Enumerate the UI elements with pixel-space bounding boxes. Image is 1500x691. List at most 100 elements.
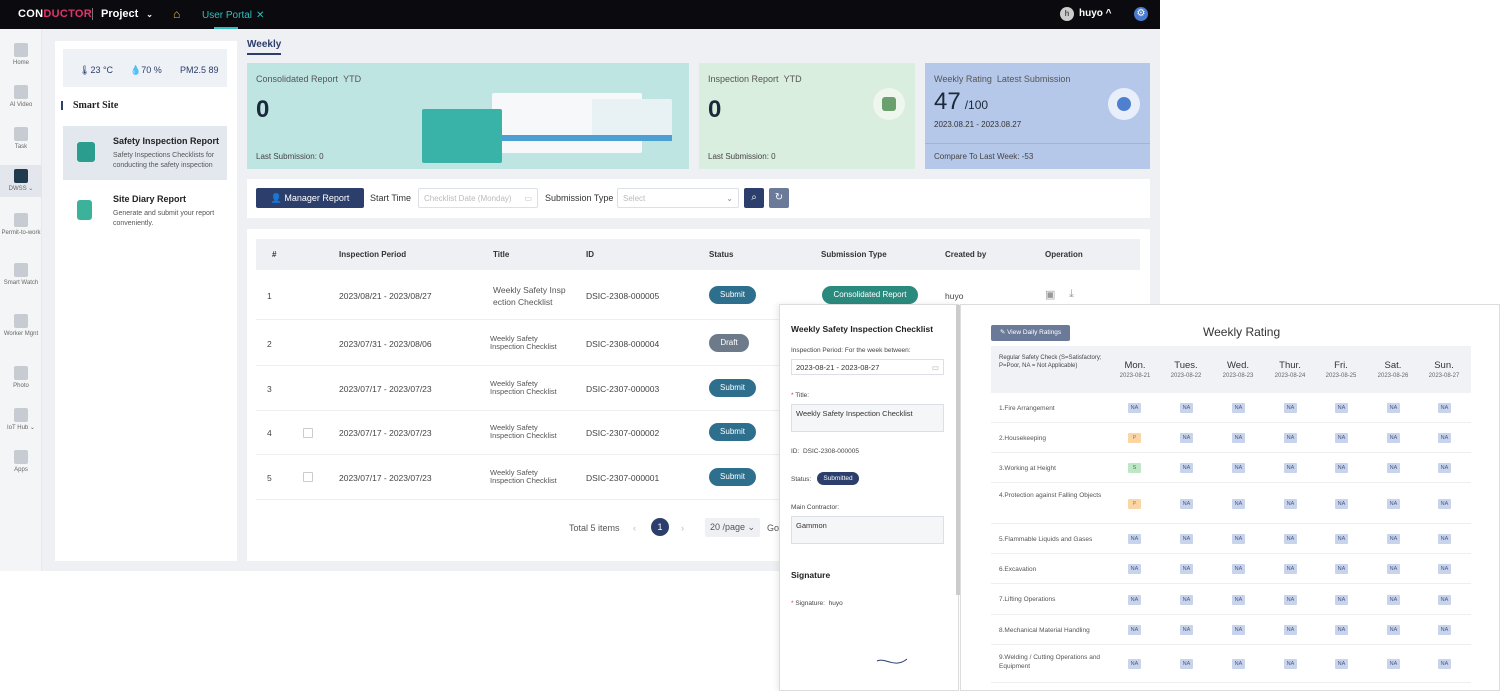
module-desc: Safety Inspections Checklists for conduc… (113, 152, 215, 169)
download-icon[interactable]: ⤓ (1069, 288, 1074, 301)
temperature: 🌡23 °C (79, 65, 114, 75)
row-number: 2 (267, 339, 272, 349)
photo-icon (14, 366, 28, 380)
status-badge: Submit (709, 423, 756, 441)
safety-item-label: 6.Excavation (999, 566, 1037, 573)
report-illustration (422, 85, 672, 165)
row-title: Weekly Safety Inspection Checklist (490, 468, 557, 485)
status-badge: Submit (709, 379, 756, 397)
dwss-icon (14, 169, 28, 183)
submission-type-label: Submission Type (545, 193, 614, 203)
day-header: Sat. 2023-08-26 (1377, 360, 1409, 379)
status-badge: Submitted (817, 472, 859, 485)
row-period: 2023/07/17 - 2023/07/23 (339, 384, 432, 394)
rating-badge: NA (1180, 564, 1193, 574)
nav-worker-mgnt[interactable]: Worker Mgnt (0, 314, 42, 338)
tab-weekly[interactable]: Weekly (247, 39, 282, 55)
row-period: 2023/07/17 - 2023/07/23 (339, 428, 432, 438)
search-button[interactable]: ⌕ (744, 188, 764, 208)
close-icon[interactable]: ✕ (256, 10, 264, 21)
rating-badge: NA (1438, 625, 1451, 635)
weekly-rating-card: Weekly Rating Latest Submission 47/100 2… (925, 63, 1150, 169)
rating-row: 3.Working at Height S NA NA NA NA NA NA (991, 453, 1471, 483)
checklist-date-input[interactable]: Checklist Date (Monday) ▭ (418, 188, 538, 208)
row-checkbox[interactable] (303, 428, 313, 438)
rating-badge: NA (1180, 403, 1193, 413)
manager-report-button[interactable]: 👤 Manager Report (256, 188, 364, 208)
goto-label: Go (767, 523, 780, 533)
rating-badge: NA (1180, 463, 1193, 473)
checklist-detail-panel: Weekly Safety Inspection Checklist Inspe… (779, 304, 960, 691)
chevron-down-icon: ⌄ (726, 194, 733, 203)
tab-user-portal[interactable]: User Portal ✕ (196, 0, 270, 29)
safety-item-label: 9.Welding / Cutting Operations and Equip… (999, 654, 1101, 670)
ratings-title: Weekly Rating (1203, 325, 1281, 339)
nav-dwss[interactable]: DWSS ⌄ (0, 165, 42, 197)
rating-badge: NA (1180, 534, 1193, 544)
rating-badge: NA (1335, 534, 1348, 544)
view-daily-ratings-button[interactable]: ✎ View Daily Ratings (991, 325, 1070, 341)
rating-badge: NA (1232, 499, 1245, 509)
next-page-icon[interactable]: › (681, 523, 684, 533)
card-tag: Latest Submission (996, 74, 1071, 84)
nav-smart-watch[interactable]: Smart Watch (0, 263, 42, 287)
prev-page-icon[interactable]: ‹ (633, 523, 636, 533)
module-panel: 🌡23 °C 💧70 % PM2.5 89 Smart Site Safety … (55, 41, 237, 561)
nav-ai-video[interactable]: AI Video (0, 85, 42, 109)
day-header: Thur. 2023-08-24 (1274, 360, 1306, 379)
chevron-up-icon: ^ (1105, 8, 1112, 19)
row-checkbox[interactable] (303, 472, 313, 482)
period-input[interactable]: 2023-08-21 - 2023-08-27 ▭ (791, 359, 944, 375)
rating-badge: NA (1232, 659, 1245, 669)
rating-badge: NA (1387, 403, 1400, 413)
gear-icon[interactable]: ⚙ (1134, 7, 1148, 21)
nav-task[interactable]: Task (0, 127, 42, 151)
home-icon[interactable]: ⌂ (173, 7, 180, 21)
rating-badge: NA (1387, 659, 1400, 669)
row-number: 4 (267, 428, 272, 438)
col-title: Title (493, 250, 510, 259)
rating-value: 47 (934, 88, 961, 115)
task-icon (14, 127, 28, 141)
page-1[interactable]: 1 (651, 518, 669, 536)
shield-icon (77, 142, 95, 162)
calendar-icon: ▭ (524, 194, 532, 203)
worker-icon (14, 314, 28, 328)
project-selector[interactable]: Project ⌄ (101, 8, 153, 20)
submission-type-select[interactable]: Select ⌄ (617, 188, 739, 208)
rating-max: /100 (964, 98, 989, 112)
left-nav: Home AI Video Task DWSS ⌄ Permit-to-work… (0, 29, 42, 571)
title-textarea[interactable]: Weekly Safety Inspection Checklist (791, 404, 944, 432)
user-menu[interactable]: h huyo ^ (1060, 7, 1112, 21)
module-site-diary[interactable]: Site Diary Report Generate and submit yo… (63, 184, 227, 238)
conductor-logo[interactable]: CONDUCTOR (18, 8, 92, 20)
rating-row: 9.Welding / Cutting Operations and Equip… (991, 645, 1471, 683)
rating-badge: NA (1284, 534, 1297, 544)
reset-button[interactable]: ↻ (769, 188, 789, 208)
title-label: * Title: (791, 392, 810, 399)
rating-badge: NA (1438, 403, 1451, 413)
row-id: DSIC-2308-000004 (586, 339, 660, 349)
nav-iot-hub[interactable]: IoT Hub ⌄ (0, 408, 42, 432)
day-header: Fri. 2023-08-25 (1325, 360, 1357, 379)
rating-badge: NA (1180, 433, 1193, 443)
row-title: Weekly Safety Inspection Checklist (490, 423, 557, 440)
submission-type-badge: Consolidated Report (822, 286, 918, 304)
nav-home[interactable]: Home (0, 43, 42, 67)
rating-badge: NA (1387, 595, 1400, 605)
nav-apps[interactable]: Apps (0, 450, 42, 474)
module-safety-inspection[interactable]: Safety Inspection Report Safety Inspecti… (63, 126, 227, 180)
rating-badge: NA (1232, 595, 1245, 605)
rating-badge: NA (1180, 499, 1193, 509)
permit-icon (14, 213, 28, 227)
nav-permit-to-work[interactable]: Permit-to-work (0, 213, 42, 237)
nav-photo[interactable]: Photo (0, 366, 42, 390)
view-icon[interactable]: ▣ (1045, 288, 1055, 301)
page-size-select[interactable]: 20 /page ⌄ (705, 518, 761, 537)
contractor-textarea[interactable]: Gammon (791, 516, 944, 544)
refresh-icon: ↻ (774, 192, 784, 203)
card-foot: Last Submission: 0 (256, 152, 324, 161)
row-created-by: huyo (945, 291, 964, 301)
top-bar: CONDUCTOR Project ⌄ ⌂ User Portal ✕ h huyo … (0, 0, 1160, 29)
document-icon (77, 200, 92, 220)
